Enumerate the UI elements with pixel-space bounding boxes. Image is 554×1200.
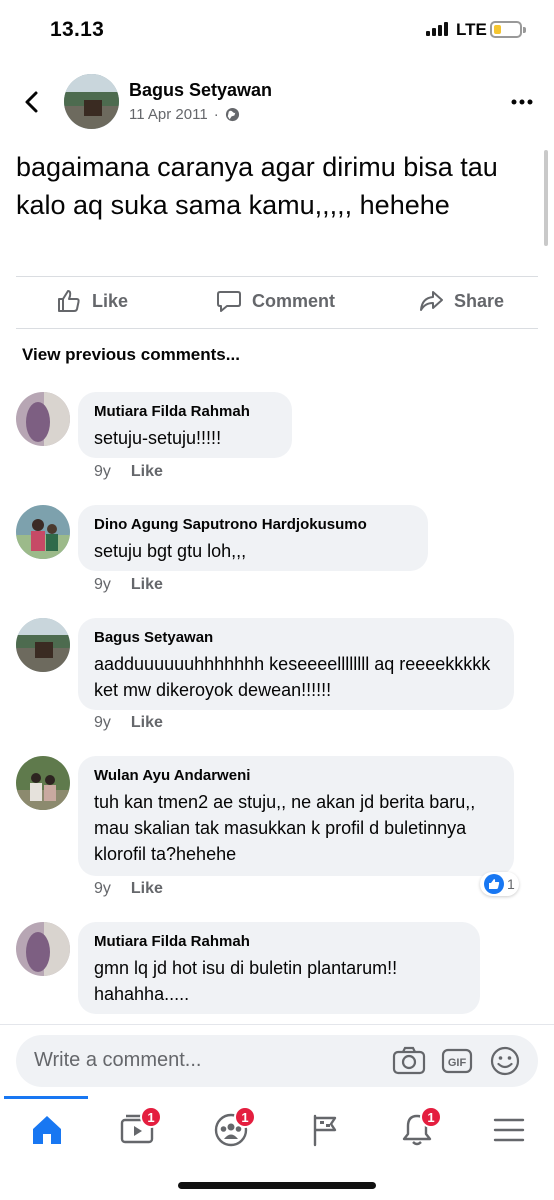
flag-icon [313, 1114, 337, 1147]
comment-author[interactable]: Mutiara Filda Rahmah [94, 932, 464, 952]
view-previous-comments[interactable]: View previous comments... [22, 345, 240, 365]
avatar[interactable] [64, 74, 119, 129]
nav-pages[interactable] [300, 1106, 350, 1156]
comment-text: gmn lq jd hot isu di buletin plantarum!!… [94, 958, 398, 1004]
comment-input[interactable]: Write a comment... GIF [16, 1035, 538, 1087]
like-button[interactable]: Like [56, 288, 128, 314]
like-label: Like [92, 290, 129, 311]
comment-button[interactable]: Comment [216, 288, 335, 314]
comment-bubble: Mutiara Filda Rahmah gmn lq jd hot isu d… [78, 922, 480, 1014]
comment-composer: Write a comment... GIF [0, 1024, 554, 1096]
menu-icon [493, 1118, 525, 1142]
comment-age: 9y [94, 714, 111, 731]
avatar[interactable] [16, 392, 70, 446]
comment-text: setuju bgt gtu loh,,, [94, 541, 247, 561]
comment-text: aadduuuuuuhhhhhhh keseeeellllllll aq ree… [94, 654, 491, 700]
comment-age: 9y [94, 463, 111, 480]
home-indicator [178, 1182, 376, 1189]
nav-home[interactable] [22, 1106, 72, 1156]
comment-author[interactable]: Dino Agung Saputrono Hardjokusumo [94, 515, 412, 535]
post-date[interactable]: 11 Apr 2011 [129, 106, 208, 123]
comment-bubble: Bagus Setyawan aadduuuuuuhhhhhhh keseeee… [78, 618, 514, 710]
reaction-number: 1 [507, 876, 515, 892]
signal-icon [426, 22, 452, 36]
svg-text:GIF: GIF [448, 1057, 467, 1069]
battery-icon [490, 21, 526, 38]
groups-badge: 1 [234, 1106, 256, 1128]
meta-separator: · [213, 106, 219, 123]
avatar[interactable] [16, 922, 70, 976]
gif-icon[interactable]: GIF [440, 1045, 474, 1077]
comment-bubble: Mutiara Filda Rahmah setuju-setuju!!!!! [78, 392, 292, 458]
notifications-badge: 1 [420, 1106, 442, 1128]
watch-badge: 1 [140, 1106, 162, 1128]
nav-watch[interactable]: 1 [112, 1106, 162, 1156]
comment-bubble: Wulan Ayu Andarweni tuh kan tmen2 ae stu… [78, 756, 514, 876]
nav-menu[interactable] [484, 1106, 534, 1156]
comment-bubble: Dino Agung Saputrono Hardjokusumo setuju… [78, 505, 428, 571]
status-bar: 13.13 LTE [0, 0, 554, 60]
nav-notifications[interactable]: 1 [392, 1106, 442, 1156]
reaction-count[interactable]: 1 [480, 872, 519, 896]
comment-like-button[interactable]: Like [131, 576, 163, 594]
comment-like-button[interactable]: Like [131, 880, 163, 898]
network-label: LTE [456, 20, 487, 39]
share-label: Share [454, 290, 505, 311]
comment-meta: 9y Like [94, 880, 163, 898]
comment-text: tuh kan tmen2 ae stuju,, ne akan jd beri… [94, 792, 476, 864]
comment-meta: 9y Like [94, 714, 163, 732]
comment-author[interactable]: Mutiara Filda Rahmah [94, 402, 276, 422]
home-icon [33, 1116, 61, 1144]
back-icon[interactable] [20, 90, 44, 114]
avatar[interactable] [16, 618, 70, 672]
avatar[interactable] [16, 505, 70, 559]
post-author[interactable]: Bagus Setyawan [129, 80, 272, 101]
share-icon [420, 291, 443, 311]
post-header: Bagus Setyawan 11 Apr 2011 · [0, 70, 554, 140]
like-reaction-icon [484, 874, 504, 894]
comment-author[interactable]: Wulan Ayu Andarweni [94, 766, 498, 786]
comment-icon [217, 291, 241, 312]
comment-label: Comment [252, 290, 336, 311]
emoji-icon[interactable] [488, 1045, 522, 1077]
status-time: 13.13 [50, 18, 105, 41]
share-button[interactable]: Share [418, 288, 504, 314]
post-text: bagaimana caranya agar dirimu bisa tau k… [16, 152, 498, 220]
more-options-icon[interactable] [510, 98, 534, 106]
nav-active-indicator [4, 1096, 88, 1099]
comment-meta: 9y Like [94, 463, 163, 481]
scrollbar[interactable] [544, 150, 548, 246]
divider [16, 328, 538, 329]
divider [16, 276, 538, 277]
comment-text: setuju-setuju!!!!! [94, 428, 222, 448]
comment-like-button[interactable]: Like [131, 463, 163, 481]
comment-author[interactable]: Bagus Setyawan [94, 628, 498, 648]
camera-icon[interactable] [392, 1045, 426, 1077]
post-actions: Like Comment Share [0, 278, 554, 328]
nav-groups[interactable]: 1 [206, 1106, 256, 1156]
post-meta: 11 Apr 2011 · [129, 106, 240, 123]
comment-input-placeholder: Write a comment... [34, 1049, 202, 1071]
comment-age: 9y [94, 576, 111, 593]
avatar[interactable] [16, 756, 70, 810]
comment-meta: 9y Like [94, 576, 163, 594]
comment-like-button[interactable]: Like [131, 714, 163, 732]
comment-age: 9y [94, 880, 111, 897]
globe-icon [225, 107, 239, 122]
thumbs-up-icon [58, 290, 80, 312]
